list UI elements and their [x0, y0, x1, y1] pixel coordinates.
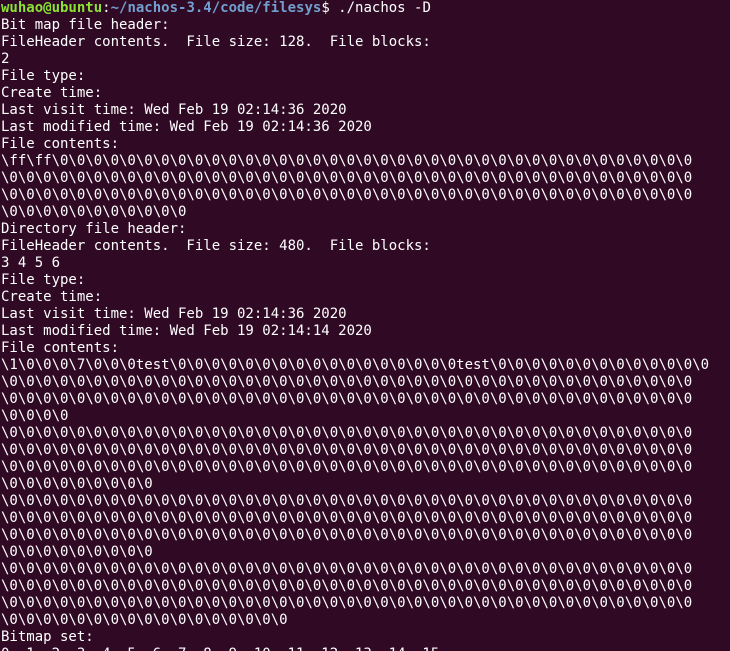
- output-line: Last visit time: Wed Feb 19 02:14:36 202…: [1, 306, 347, 322]
- output-line: \0\0\0\0\0\0\0\0\0\0\0\0\0\0\0\0\0\0\0\0…: [1, 493, 693, 509]
- output-line: FileHeader contents. File size: 128. Fil…: [1, 34, 431, 50]
- output-line: \ff\ff\0\0\0\0\0\0\0\0\0\0\0\0\0\0\0\0\0…: [1, 153, 693, 169]
- output-line: \0\0\0\0\0\0\0\0\0\0\0\0\0\0\0\0\0\0\0\0…: [1, 578, 693, 594]
- output-line: \0\0\0\0\0\0\0\0\0\0\0\0\0\0\0\0\0\0\0\0…: [1, 187, 693, 203]
- output-line: File contents:: [1, 340, 120, 356]
- output-line: \0\0\0\0\0\0\0\0\0\0\0\0\0\0\0\0\0\0\0\0…: [1, 374, 693, 390]
- output-line: \0\0\0\0\0\0\0\0\0\0\0\0\0\0\0\0\0\0\0\0…: [1, 425, 693, 441]
- terminal-output: Bit map file header: FileHeader contents.…: [1, 17, 730, 651]
- output-line: \0\0\0\0: [1, 408, 69, 424]
- output-line: \0\0\0\0\0\0\0\0\0\0\0: [1, 204, 187, 220]
- output-line: \0\0\0\0\0\0\0\0\0\0\0\0\0\0\0\0\0\0\0\0…: [1, 561, 693, 577]
- output-line: Last modified time: Wed Feb 19 02:14:14 …: [1, 323, 372, 339]
- output-line: File type:: [1, 272, 86, 288]
- output-line: \1\0\0\0\7\0\0\0test\0\0\0\0\0\0\0\0\0\0…: [1, 357, 710, 373]
- output-line: Directory file header:: [1, 221, 187, 237]
- output-line: 0, 1, 2, 3, 4, 5, 6, 7, 8, 9, 10, 11, 12…: [1, 646, 730, 651]
- output-line: File contents:: [1, 136, 120, 152]
- terminal-window[interactable]: wuhao@ubuntu:~/nachos-3.4/code/filesys$ …: [0, 0, 730, 651]
- output-line: Create time:: [1, 289, 103, 305]
- output-line: \0\0\0\0\0\0\0\0\0\0\0\0\0\0\0\0\0\0\0\0…: [1, 510, 693, 526]
- prompt-path: ~/nachos-3.4/code/filesys: [110, 0, 322, 16]
- output-line: \0\0\0\0\0\0\0\0\0\0\0\0\0\0\0\0\0\0\0\0…: [1, 595, 693, 611]
- output-line: 2: [1, 51, 10, 67]
- output-line: 3 4 5 6: [1, 255, 61, 271]
- output-line: Create time:: [1, 85, 103, 101]
- output-line: FileHeader contents. File size: 480. Fil…: [1, 238, 431, 254]
- output-line: \0\0\0\0\0\0\0\0\0\0\0\0\0\0\0\0\0\0\0\0…: [1, 442, 693, 458]
- prompt-symbol: $: [321, 0, 339, 16]
- output-line: \0\0\0\0\0\0\0\0\0\0\0\0\0\0\0\0\0: [1, 612, 288, 628]
- output-line: \0\0\0\0\0\0\0\0\0\0\0\0\0\0\0\0\0\0\0\0…: [1, 391, 693, 407]
- output-line: \0\0\0\0\0\0\0\0\0: [1, 544, 153, 560]
- output-line: Bit map file header:: [1, 17, 170, 33]
- output-line: Bitmap set:: [1, 629, 94, 645]
- output-line: \0\0\0\0\0\0\0\0\0\0\0\0\0\0\0\0\0\0\0\0…: [1, 527, 693, 543]
- output-line: Last modified time: Wed Feb 19 02:14:36 …: [1, 119, 372, 135]
- output-line: \0\0\0\0\0\0\0\0\0: [1, 476, 153, 492]
- output-line: \0\0\0\0\0\0\0\0\0\0\0\0\0\0\0\0\0\0\0\0…: [1, 170, 693, 186]
- output-line: File type:: [1, 68, 86, 84]
- prompt-colon: :: [102, 0, 111, 16]
- output-line: \0\0\0\0\0\0\0\0\0\0\0\0\0\0\0\0\0\0\0\0…: [1, 459, 693, 475]
- prompt-user-host: wuhao@ubuntu: [1, 0, 103, 16]
- command-text: ./nachos -D: [338, 0, 431, 16]
- output-line: Last visit time: Wed Feb 19 02:14:36 202…: [1, 102, 347, 118]
- prompt-line: wuhao@ubuntu:~/nachos-3.4/code/filesys$ …: [1, 0, 730, 17]
